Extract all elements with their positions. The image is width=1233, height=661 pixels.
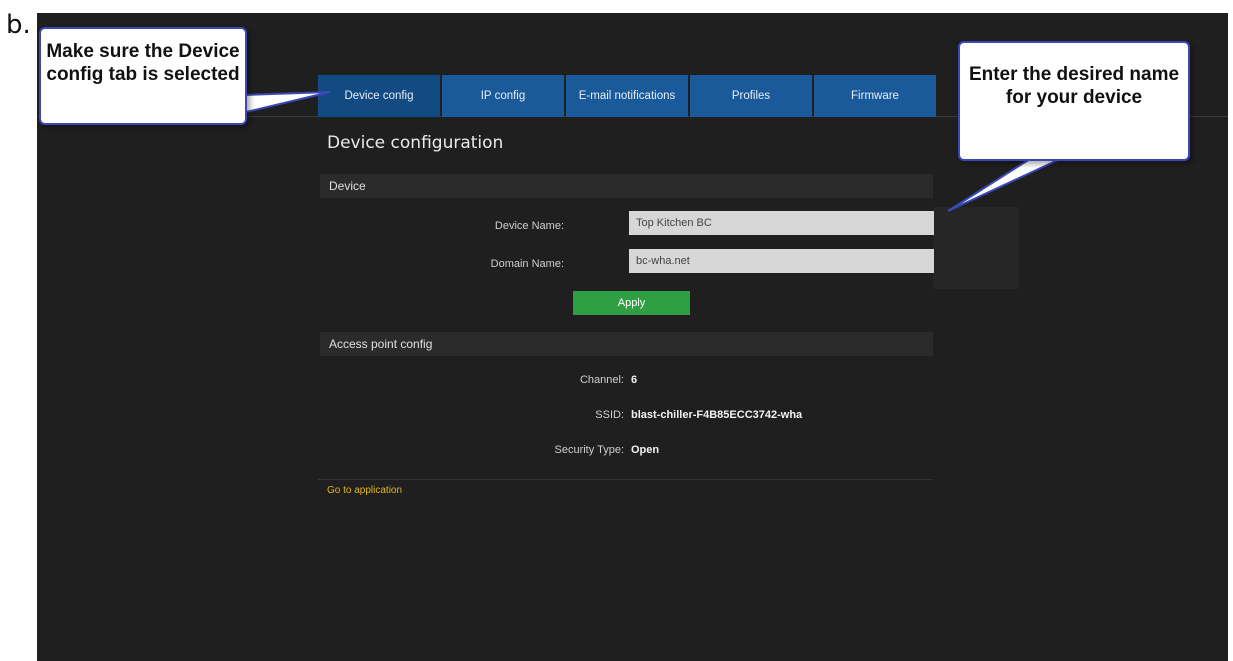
security-type-label: Security Type: (554, 444, 625, 456)
device-name-callout: Enter the desired name for your device (958, 41, 1190, 161)
tab-device-config[interactable]: Device config (318, 75, 440, 117)
channel-label: Channel: (579, 374, 624, 386)
access-point-section-header: Access point config (320, 332, 933, 356)
tab-email-notifications[interactable]: E-mail notifications (566, 75, 688, 117)
tab-bar: Device config IP config E-mail notificat… (318, 75, 938, 117)
tab-ip-config[interactable]: IP config (442, 75, 564, 117)
device-name-label: Device Name: (494, 220, 564, 232)
security-type-value: Open (631, 444, 660, 456)
tab-profiles[interactable]: Profiles (690, 75, 812, 117)
ssid-label: SSID: (595, 409, 624, 421)
page-title: Device configuration (327, 133, 504, 153)
tab-selection-callout: Make sure the Device config tab is selec… (39, 27, 247, 125)
device-name-input[interactable] (629, 211, 934, 235)
channel-value: 6 (631, 374, 638, 386)
go-to-application-link[interactable]: Go to application (327, 485, 402, 496)
apply-button[interactable]: Apply (573, 291, 690, 315)
domain-name-input[interactable] (629, 249, 934, 273)
footer-divider (318, 479, 933, 480)
device-section-header: Device (320, 174, 933, 198)
figure-label: b. (6, 10, 31, 40)
side-panel (933, 207, 1019, 289)
domain-name-label: Domain Name: (490, 258, 564, 270)
ssid-value: blast-chiller-F4B85ECC3742-wha (631, 409, 803, 421)
tab-firmware[interactable]: Firmware (814, 75, 936, 117)
